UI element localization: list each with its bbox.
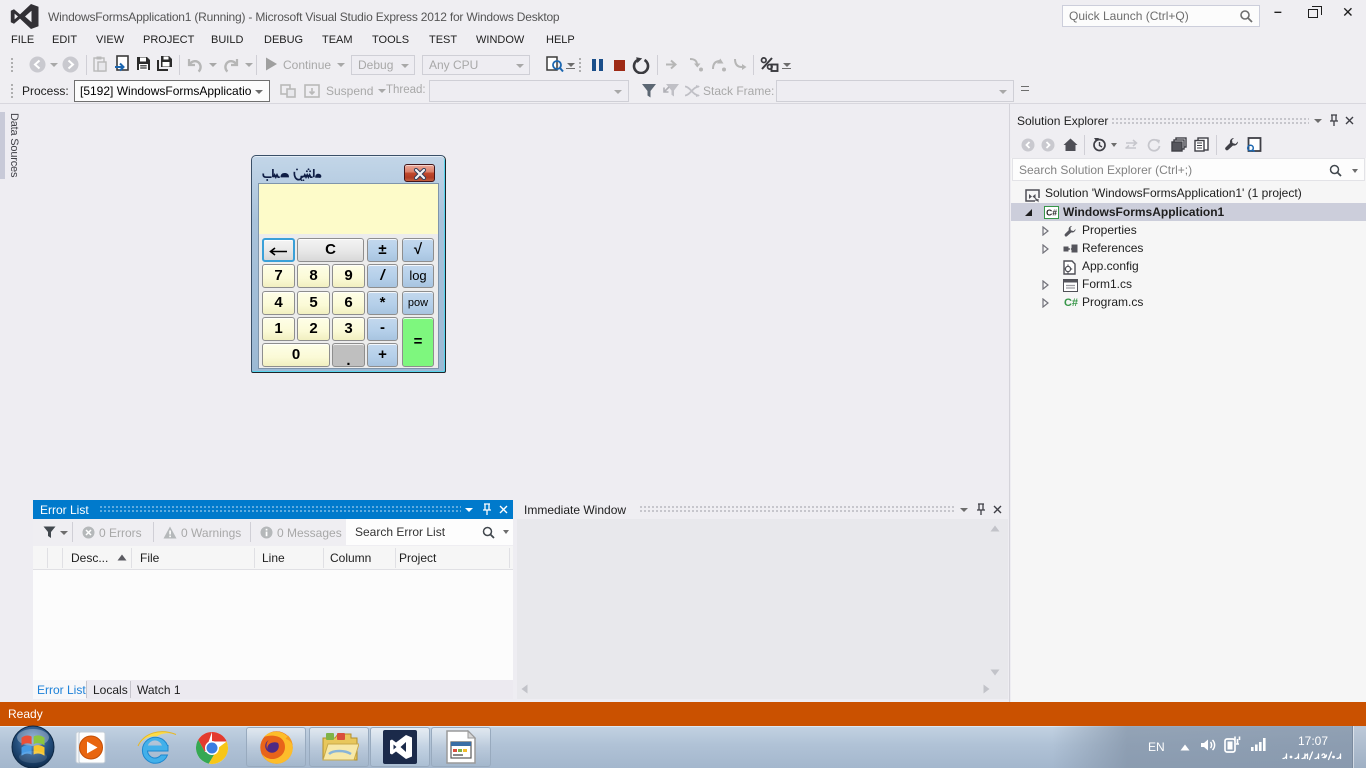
svg-text:C#: C# xyxy=(1064,297,1078,308)
svg-text:C#: C# xyxy=(1046,208,1057,218)
